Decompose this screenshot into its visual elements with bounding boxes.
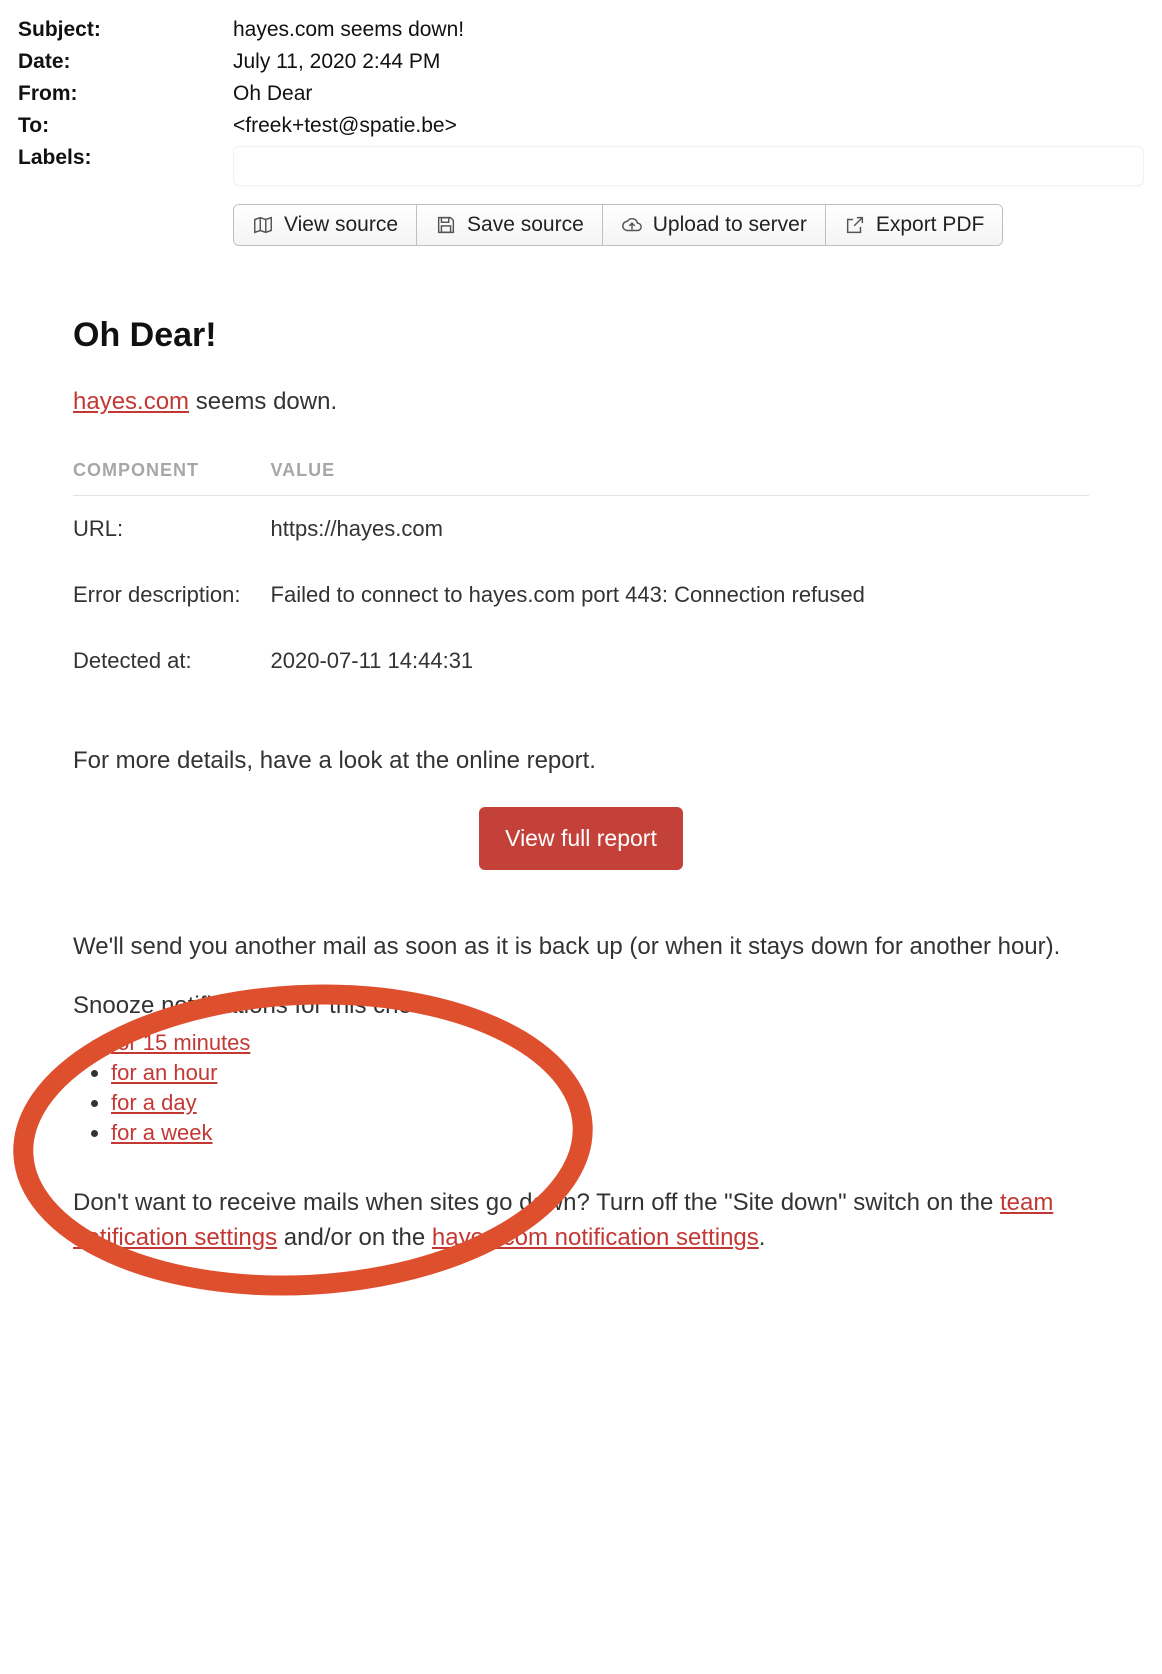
row-key: Detected at: bbox=[73, 628, 271, 694]
table-row: Error description: Failed to connect to … bbox=[73, 562, 1089, 628]
view-full-report-button[interactable]: View full report bbox=[479, 807, 683, 870]
view-source-button[interactable]: View source bbox=[234, 205, 417, 245]
to-label: To: bbox=[18, 114, 233, 138]
row-key: Error description: bbox=[73, 562, 271, 628]
export-pdf-button[interactable]: Export PDF bbox=[826, 205, 1003, 245]
list-item: for a week bbox=[111, 1120, 1089, 1146]
from-label: From: bbox=[18, 82, 233, 106]
mail-title: Oh Dear! bbox=[73, 316, 1089, 355]
footer-post: . bbox=[759, 1224, 766, 1251]
snooze-link-1w[interactable]: for a week bbox=[111, 1120, 213, 1145]
snooze-link-15m[interactable]: for 15 minutes bbox=[111, 1030, 250, 1055]
footer-text: Don't want to receive mails when sites g… bbox=[73, 1186, 1089, 1256]
intro-text: seems down. bbox=[189, 388, 337, 415]
site-notification-settings-link[interactable]: hayes.com notif­ication settings bbox=[432, 1224, 759, 1251]
map-icon bbox=[252, 214, 274, 236]
cloud-upload-icon bbox=[621, 214, 643, 236]
button-label: Save source bbox=[467, 213, 584, 237]
button-label: Export PDF bbox=[876, 213, 985, 237]
list-item: for 15 minutes bbox=[111, 1030, 1089, 1056]
footer-pre: Don't want to receive mails when sites g… bbox=[73, 1189, 1000, 1216]
labels-input[interactable] bbox=[233, 146, 1144, 186]
snooze-list: for 15 minutes for an hour for a day for… bbox=[111, 1030, 1089, 1146]
date-value: July 11, 2020 2:44 PM bbox=[233, 50, 1144, 74]
site-link[interactable]: hayes.com bbox=[73, 388, 189, 415]
th-component: COMPONENT bbox=[73, 460, 271, 496]
date-label: Date: bbox=[18, 50, 233, 74]
th-value: VALUE bbox=[271, 460, 1089, 496]
list-item: for a day bbox=[111, 1090, 1089, 1116]
toolbar: View source Save source Upload to server… bbox=[233, 204, 1003, 246]
row-val: https://hayes.com bbox=[271, 495, 1089, 562]
email-metadata: Subject: hayes.com seems down! Date: Jul… bbox=[18, 18, 1144, 186]
footer-mid: and/or on the bbox=[284, 1224, 432, 1251]
table-row: URL: https://hayes.com bbox=[73, 495, 1089, 562]
row-val: Failed to connect to hayes.com port 443:… bbox=[271, 562, 1089, 628]
subject-label: Subject: bbox=[18, 18, 233, 42]
upload-to-server-button[interactable]: Upload to server bbox=[603, 205, 826, 245]
snooze-link-1h[interactable]: for an hour bbox=[111, 1060, 217, 1085]
labels-label: Labels: bbox=[18, 146, 233, 170]
from-value: Oh Dear bbox=[233, 82, 1144, 106]
snooze-label: Snooze notifications for this check: bbox=[73, 992, 1089, 1020]
button-label: Upload to server bbox=[653, 213, 807, 237]
intro-line: hayes.com seems down. bbox=[73, 385, 1089, 420]
button-label: View source bbox=[284, 213, 398, 237]
to-value: <freek+test@spatie.be> bbox=[233, 114, 1144, 138]
row-key: URL: bbox=[73, 495, 271, 562]
save-source-button[interactable]: Save source bbox=[417, 205, 603, 245]
subject-value: hayes.com seems down! bbox=[233, 18, 1144, 42]
details-table: COMPONENT VALUE URL: https://hayes.com E… bbox=[73, 460, 1089, 694]
followup-text: We'll send you another mail as soon as i… bbox=[73, 930, 1089, 965]
floppy-icon bbox=[435, 214, 457, 236]
export-icon bbox=[844, 214, 866, 236]
more-details-text: For more details, have a look at the onl… bbox=[73, 744, 1089, 779]
list-item: for an hour bbox=[111, 1060, 1089, 1086]
row-val: 2020-07-11 14:44:31 bbox=[271, 628, 1089, 694]
table-row: Detected at: 2020-07-11 14:44:31 bbox=[73, 628, 1089, 694]
snooze-link-1d[interactable]: for a day bbox=[111, 1090, 197, 1115]
mail-body: Oh Dear! hayes.com seems down. COMPONENT… bbox=[18, 246, 1144, 1294]
